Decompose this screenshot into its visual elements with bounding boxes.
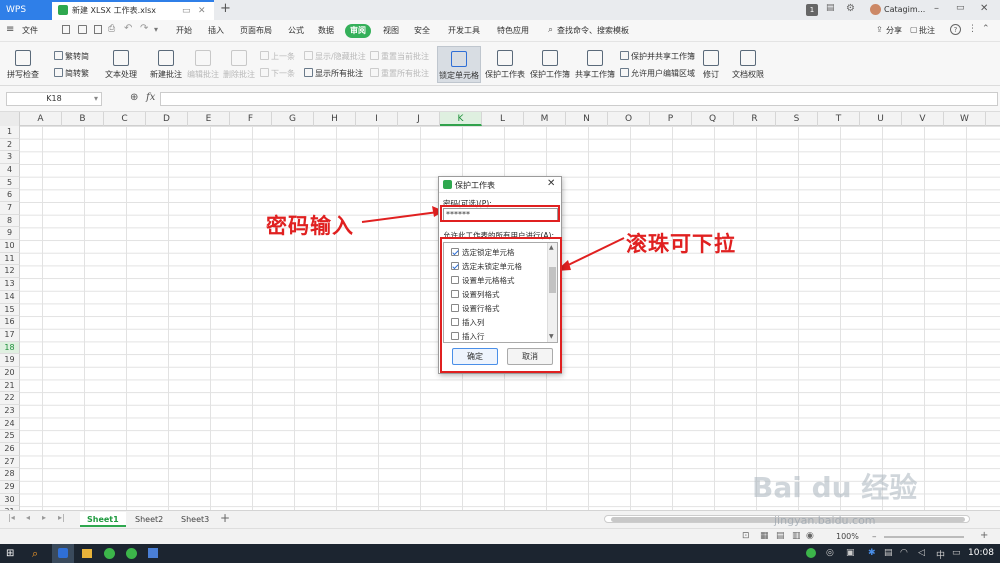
dialog-app-icon bbox=[443, 180, 452, 189]
dialog-titlebar: 保护工作表 ✕ bbox=[439, 177, 561, 193]
scroll-arrow-line bbox=[561, 237, 625, 269]
password-highlight-box bbox=[440, 205, 560, 222]
baidu-watermark: Bai du 经验 bbox=[752, 471, 918, 504]
dialog-close-icon[interactable]: ✕ bbox=[547, 178, 555, 189]
password-annotation: 密码输入 bbox=[266, 214, 354, 238]
watermark-url: jingyan.baidu.com bbox=[774, 514, 876, 527]
password-arrow-line bbox=[361, 211, 439, 223]
dialog-title: 保护工作表 bbox=[455, 181, 495, 190]
permissions-highlight-box bbox=[440, 237, 562, 373]
scroll-annotation: 滚珠可下拉 bbox=[626, 232, 736, 256]
